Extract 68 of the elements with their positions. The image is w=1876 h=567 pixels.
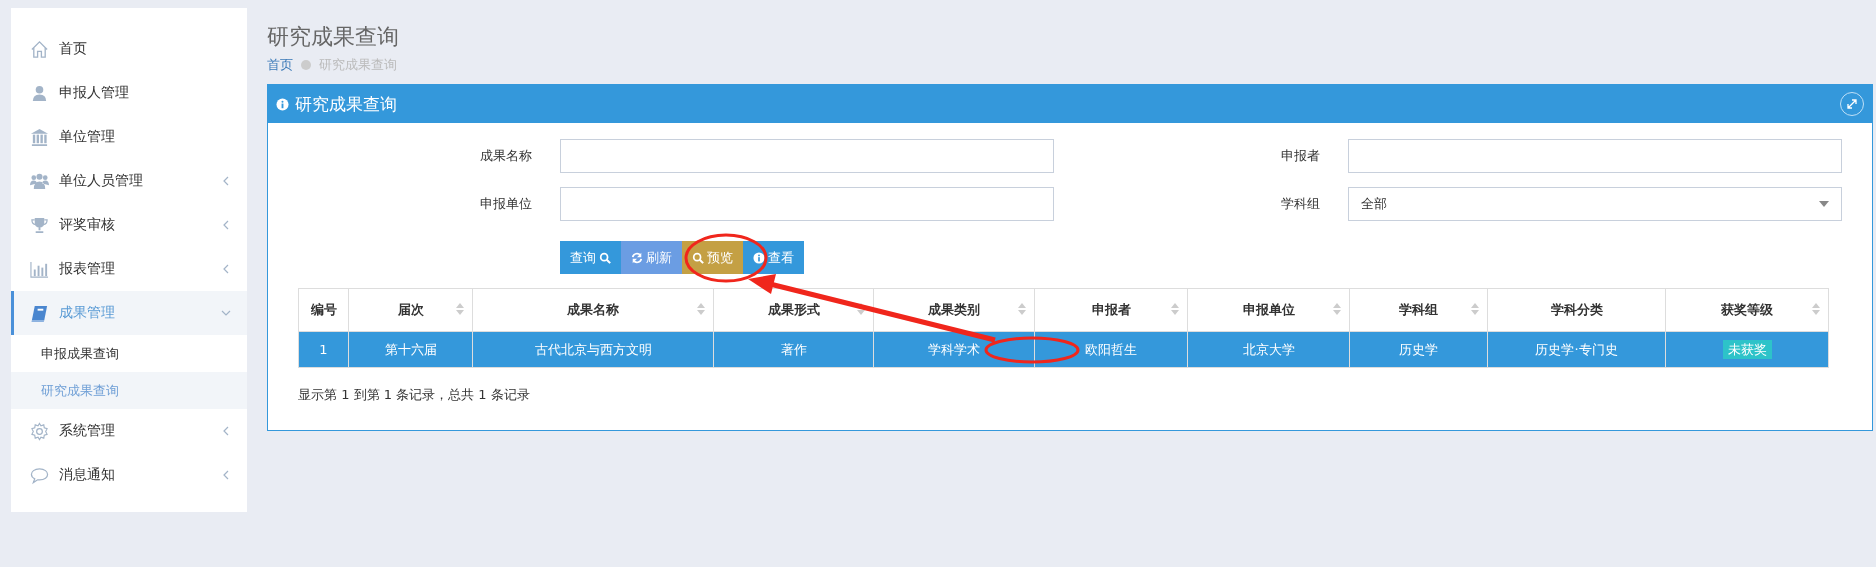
sidebar-item[interactable]: 系统管理 [11, 409, 247, 453]
search-icon [692, 251, 704, 264]
chevron-left-icon [221, 264, 231, 274]
column-header[interactable]: 成果类别 [873, 288, 1035, 332]
gear-icon [30, 421, 49, 441]
sort-icon [1812, 302, 1820, 316]
home-icon [30, 39, 49, 59]
trophy-icon [30, 215, 49, 235]
sidebar-item[interactable]: 单位管理 [11, 115, 247, 159]
chevron-left-icon [221, 220, 231, 230]
field-label: 申报单位 [479, 195, 533, 213]
chevron-left-icon [221, 470, 231, 480]
dropdown[interactable]: 全部 [1348, 187, 1842, 221]
text-field[interactable] [560, 187, 1054, 221]
column-header[interactable]: 申报单位 [1187, 288, 1350, 332]
breadcrumb-link[interactable]: 首页 [267, 56, 293, 74]
sidebar-item[interactable]: 申报人管理 [11, 71, 247, 115]
column-header[interactable]: 成果名称 [472, 288, 714, 332]
table-cell: 著作 [713, 331, 874, 368]
refresh-icon [631, 251, 643, 264]
table-cell: 1 [298, 331, 349, 368]
info-icon [276, 97, 289, 111]
info-icon [753, 251, 765, 264]
submenu-item[interactable]: 申报成果查询 [11, 335, 247, 372]
users-icon [30, 171, 49, 191]
table-cell: 古代北京与西方文明 [472, 331, 714, 368]
table-cell: 历史学 [1349, 331, 1488, 368]
panel-title: 研究成果查询 [295, 92, 398, 116]
chart-icon [30, 259, 49, 279]
chat-icon [30, 465, 49, 485]
chevron-left-icon [221, 426, 231, 436]
sort-icon [697, 302, 705, 316]
chevron-left-icon [221, 176, 231, 186]
field-label: 申报者 [1280, 147, 1321, 165]
field-label: 成果名称 [479, 147, 533, 165]
status-badge: 未获奖 [1722, 339, 1772, 359]
sort-icon [1471, 302, 1479, 316]
column-header[interactable]: 获奖等级 [1665, 288, 1829, 332]
table-cell: 第十六届 [348, 331, 473, 368]
bank-icon [30, 127, 49, 147]
table-cell: 北京大学 [1187, 331, 1350, 368]
sort-icon [1018, 302, 1026, 316]
text-field[interactable] [1348, 139, 1842, 173]
sort-icon [1333, 302, 1341, 316]
column-header[interactable]: 申报者 [1034, 288, 1188, 332]
chevron-down-icon [221, 308, 231, 318]
field-label: 学科组 [1280, 195, 1321, 213]
expand-icon [1845, 97, 1859, 111]
text-field[interactable] [560, 139, 1054, 173]
breadcrumb-separator-icon [301, 60, 311, 70]
sidebar-item[interactable]: 单位人员管理 [11, 159, 247, 203]
user-icon [30, 83, 49, 103]
column-header[interactable]: 学科组 [1349, 288, 1488, 332]
sidebar-item[interactable]: 报表管理 [11, 247, 247, 291]
column-header[interactable]: 学科分类 [1487, 288, 1666, 332]
pagination-info: 显示第 1 到第 1 条记录，总共 1 条记录 [298, 386, 531, 404]
search-icon [599, 251, 611, 264]
column-header[interactable]: 编号 [298, 288, 349, 332]
sort-icon [1171, 302, 1179, 316]
table-cell: 历史学·专门史 [1487, 331, 1666, 368]
sidebar-item[interactable]: 消息通知 [11, 453, 247, 497]
book-icon [30, 303, 49, 323]
sidebar-item[interactable]: 评奖审核 [11, 203, 247, 247]
sidebar-item[interactable]: 首页 [11, 27, 247, 71]
page-title: 研究成果查询 [267, 23, 400, 51]
sort-icon [456, 302, 464, 316]
column-header[interactable]: 届次 [348, 288, 473, 332]
caret-icon [1819, 201, 1829, 207]
